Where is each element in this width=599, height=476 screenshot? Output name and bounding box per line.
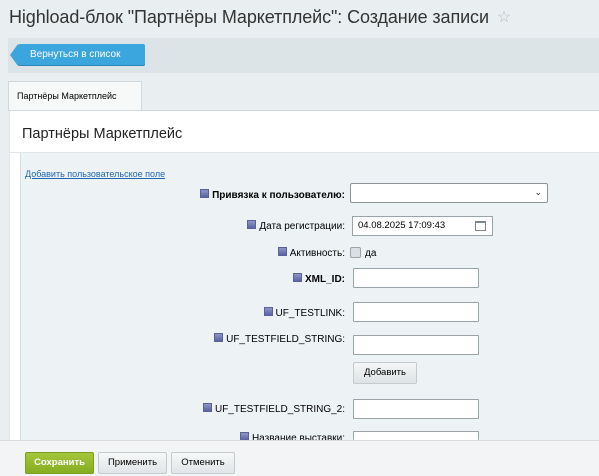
testfield-string2-label: UF_TESTFIELD_STRING_2: — [202, 403, 345, 415]
user-link-select[interactable]: ⌄ — [350, 183, 548, 203]
star-icon[interactable]: ☆ — [497, 7, 511, 27]
add-value-button[interactable]: Добавить — [353, 362, 417, 384]
testfield-string2-input[interactable] — [353, 399, 479, 419]
field-mark-icon — [214, 333, 224, 342]
testfield-string-input[interactable] — [353, 335, 479, 355]
reg-date-input[interactable]: 04.08.2025 17:09:43 — [352, 216, 493, 236]
reg-date-value: 04.08.2025 17:09:43 — [358, 220, 446, 231]
panel-title: Партнёры Маркетплейс — [22, 126, 183, 142]
field-mark-icon — [202, 403, 212, 412]
page-title: Highload-блок "Партнёры Маркетплейс": Со… — [9, 7, 511, 29]
calendar-icon[interactable] — [475, 221, 486, 231]
active-label: Активность: — [277, 247, 345, 259]
reg-date-label: Дата регистрации: — [247, 220, 345, 232]
user-link-label: Привязка к пользователю: — [200, 189, 345, 201]
toolbar: Вернуться в список — [8, 38, 599, 73]
xml-id-input[interactable] — [353, 268, 479, 288]
testlink-label: UF_TESTLINK: — [263, 307, 345, 319]
testlink-input[interactable] — [353, 302, 479, 322]
cancel-button[interactable]: Отменить — [171, 452, 235, 474]
page-title-text: Highload-блок "Партнёры Маркетплейс": Со… — [9, 7, 489, 27]
field-mark-icon — [263, 307, 273, 316]
tab-partners-marketplace[interactable]: Партнёры Маркетплейс — [8, 81, 142, 110]
save-button[interactable]: Сохранить — [25, 452, 94, 474]
required-mark-icon — [293, 273, 302, 282]
field-mark-icon — [277, 247, 287, 256]
active-checkbox-label: да — [365, 248, 377, 259]
exhibition-name-input[interactable] — [353, 431, 479, 440]
add-custom-field-link[interactable]: Добавить пользовательское поле — [25, 169, 165, 179]
apply-button[interactable]: Применить — [98, 452, 167, 474]
testfield-string-label: UF_TESTFIELD_STRING: — [214, 333, 345, 345]
tab-bar: Партнёры Маркетплейс — [8, 81, 599, 111]
form-panel: Партнёры Маркетплейс — [9, 111, 599, 475]
back-to-list-button[interactable]: Вернуться в список — [10, 44, 145, 66]
required-mark-icon — [200, 189, 210, 198]
field-mark-icon — [247, 220, 257, 229]
active-checkbox[interactable] — [350, 247, 361, 258]
footer-bar: Сохранить Применить Отменить — [0, 440, 599, 476]
xml-id-label: XML_ID: — [293, 273, 345, 285]
chevron-down-icon: ⌄ — [534, 187, 542, 197]
